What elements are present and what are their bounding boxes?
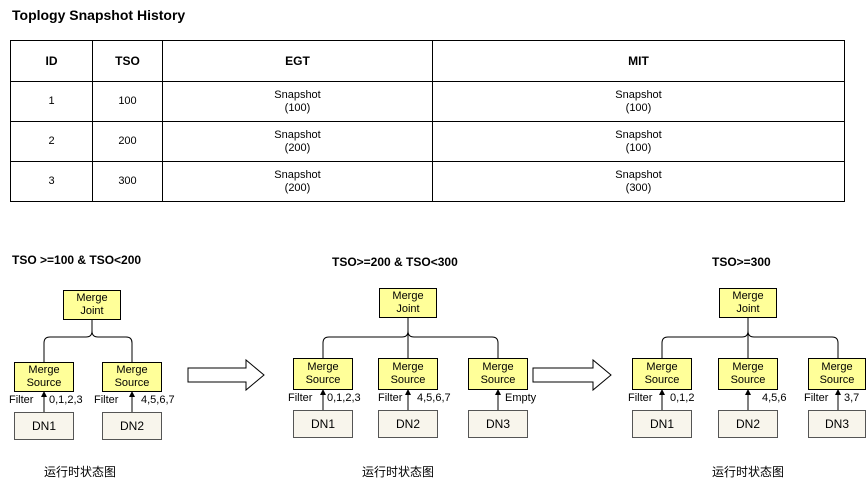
merge-source-box: Merge Source xyxy=(102,362,162,392)
dn-node: DN2 xyxy=(718,410,778,438)
box-line: Merge xyxy=(392,361,424,373)
panel-3-caption: 运行时状态图 xyxy=(712,465,785,479)
box-line: Merge xyxy=(307,361,339,373)
merge-source-box: Merge Source xyxy=(468,358,528,390)
panel-2-caption: 运行时状态图 xyxy=(362,465,435,479)
filter-values: 4,5,6 xyxy=(762,392,787,404)
box-line: Source xyxy=(819,374,855,386)
filter-label: Filter xyxy=(804,392,829,404)
box-line: Joint xyxy=(736,303,760,315)
box-line: Joint xyxy=(80,305,104,317)
box-line: Source xyxy=(480,374,516,386)
filter-values: 0,1,2,3 xyxy=(49,394,83,406)
box-line: Merge xyxy=(116,364,148,376)
dn-node: DN2 xyxy=(378,410,438,438)
filter-values: Empty xyxy=(505,392,537,404)
filter-values: 0,1,2,3 xyxy=(327,392,361,404)
merge-joint-box: Merge Joint xyxy=(379,288,437,318)
merge-joint-box: Merge Joint xyxy=(63,290,121,320)
dn-node: DN1 xyxy=(632,410,692,438)
merge-source-box: Merge Source xyxy=(293,358,353,390)
box-line: Source xyxy=(390,374,426,386)
box-line: Source xyxy=(26,377,62,389)
tree-connector xyxy=(661,318,749,358)
filter-values: 4,5,6,7 xyxy=(417,392,451,404)
panel-1-caption: 运行时状态图 xyxy=(44,465,117,479)
filter-values: 4,5,6,7 xyxy=(141,394,175,406)
merge-source-box: Merge Source xyxy=(14,362,74,392)
merge-joint-box: Merge Joint xyxy=(719,288,777,318)
filter-values: 3,7 xyxy=(844,392,860,404)
box-line: Merge xyxy=(732,290,764,302)
merge-source-box: Merge Source xyxy=(808,358,866,390)
box-line: Merge xyxy=(821,361,853,373)
dn-node: DN1 xyxy=(293,410,353,438)
box-line: Source xyxy=(114,377,150,389)
merge-source-box: Merge Source xyxy=(718,358,778,390)
dn-node: DN2 xyxy=(102,412,162,440)
filter-label: Filter xyxy=(628,392,653,404)
panel-1-title: TSO >=100 & TSO<200 xyxy=(12,253,142,267)
tree-connector xyxy=(407,330,499,358)
tree-connector xyxy=(322,318,409,358)
box-line: Merge xyxy=(392,290,424,302)
panel-3-title: TSO>=300 xyxy=(712,255,771,269)
box-line: Source xyxy=(305,374,341,386)
box-line: Merge xyxy=(732,361,764,373)
tree-connector xyxy=(43,320,93,362)
tree-connector xyxy=(91,330,133,362)
merge-source-box: Merge Source xyxy=(378,358,438,390)
filter-label: Filter xyxy=(94,394,119,406)
box-line: Joint xyxy=(396,303,420,315)
box-line: Source xyxy=(644,374,680,386)
box-line: Merge xyxy=(76,292,108,304)
tree-connector xyxy=(747,330,839,358)
box-line: Merge xyxy=(646,361,678,373)
filter-label: Filter xyxy=(9,394,34,406)
filter-label: Filter xyxy=(288,392,313,404)
box-line: Merge xyxy=(482,361,514,373)
transition-arrow-icon xyxy=(187,358,265,392)
box-line: Source xyxy=(730,374,766,386)
transition-arrow-icon xyxy=(532,358,612,392)
box-line: Merge xyxy=(28,364,60,376)
filter-label: Filter xyxy=(378,392,403,404)
merge-source-box: Merge Source xyxy=(632,358,692,390)
dn-node: DN3 xyxy=(468,410,528,438)
panel-2-title: TSO>=200 & TSO<300 xyxy=(332,255,458,269)
dn-node: DN1 xyxy=(14,412,74,440)
diagram-connectors xyxy=(41,318,841,412)
dn-node: DN3 xyxy=(808,410,866,438)
filter-values: 0,1,2 xyxy=(670,392,695,404)
